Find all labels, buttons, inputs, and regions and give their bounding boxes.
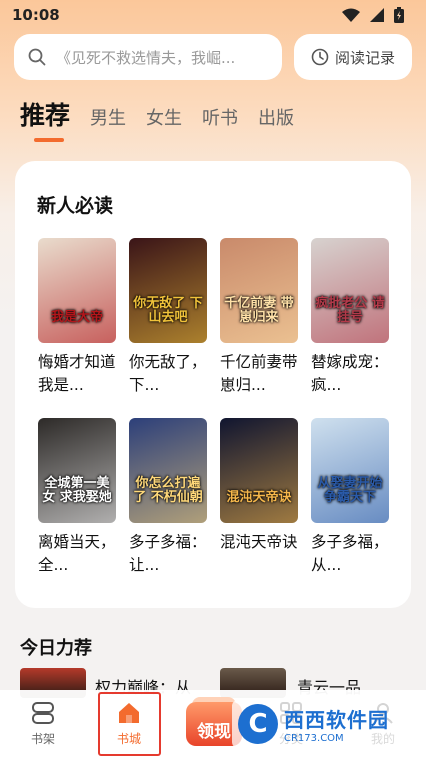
status-time: 10:08: [12, 6, 60, 24]
watermark-sub: CR173.COM: [284, 733, 344, 744]
wifi-icon: [342, 8, 360, 22]
bookshelf-icon: [32, 702, 54, 724]
cover-title-art: 我是大帝: [50, 310, 103, 325]
cover-title-art: 疯批老公 请挂号: [315, 296, 385, 325]
book-item[interactable]: 你怎么打遍了 不朽仙朝多子多福：让...: [129, 418, 207, 577]
book-item[interactable]: 你无敌了 下山去吧你无敌了，下...: [129, 238, 207, 397]
cover-title-art: 从娶妻开始 争霸天下: [317, 476, 383, 505]
search-icon: [28, 48, 46, 66]
status-bar: 10:08: [0, 0, 426, 30]
book-title[interactable]: 离婚当天，全...: [38, 531, 116, 577]
cash-reward-label: 领现: [197, 722, 231, 742]
book-item[interactable]: 混沌天帝诀 混沌天帝诀: [220, 418, 298, 577]
watermark-text: 西西软件园 CR173.COM: [284, 704, 389, 744]
clock-icon: [311, 48, 329, 66]
cover-title-art: 千亿前妻 带崽归来: [224, 296, 294, 325]
book-title[interactable]: 多子多福，从...: [311, 531, 389, 577]
watermark-logo: C 西西软件园 CR173.COM: [232, 700, 406, 748]
book-cover[interactable]: 你无敌了 下山去吧: [129, 238, 207, 343]
book-item[interactable]: 全城第一美女 求我娶她离婚当天，全...: [38, 418, 116, 577]
book-item[interactable]: 疯批老公 请挂号替嫁成宠：疯...: [311, 238, 389, 397]
new-readers-card: 新人必读 我是大帝 悔婚才知道我是... 你无敌了 下山去吧 你无敌了，下... 千亿前…: [15, 161, 411, 608]
cover-title-art: 全城第一美女 求我娶她: [42, 476, 112, 505]
watermark-c-icon: C: [238, 704, 278, 744]
tab-published[interactable]: 出版: [258, 104, 294, 134]
book-cover[interactable]: 千亿前妻 带崽归来: [220, 238, 298, 343]
tab-male[interactable]: 男生: [90, 104, 126, 134]
cover-title-art: 混沌天帝诀: [226, 490, 292, 505]
search-row: 《见死不救选情夫，我崛... 阅读记录: [14, 34, 412, 80]
signal-icon: [370, 8, 384, 22]
book-title[interactable]: 多子多福：让...: [129, 531, 207, 577]
book-cover[interactable]: 全城第一美女 求我娶她: [38, 418, 116, 523]
reading-history-button[interactable]: 阅读记录: [294, 34, 412, 80]
search-placeholder: 《见死不救选情夫，我崛...: [56, 48, 236, 67]
reading-history-label: 阅读记录: [334, 48, 395, 67]
book-cover[interactable]: 你怎么打遍了 不朽仙朝: [129, 418, 207, 523]
cover-title-art: 你怎么打遍了 不朽仙朝: [133, 476, 203, 505]
book-title[interactable]: 千亿前妻带崽归...: [220, 351, 298, 397]
section-title: 新人必读: [37, 195, 114, 217]
book-item[interactable]: 千亿前妻 带崽归来千亿前妻带崽归...: [220, 238, 298, 397]
book-title[interactable]: 替嫁成宠：疯...: [311, 351, 389, 397]
status-icons: [342, 7, 404, 23]
book-cover[interactable]: 我是大帝: [38, 238, 116, 343]
book-item[interactable]: 从娶妻开始 争霸天下多子多福，从...: [311, 418, 389, 577]
today-recommend-title: 今日力荐: [20, 638, 92, 659]
watermark-main: 西西软件园: [284, 708, 389, 732]
tab-female[interactable]: 女生: [146, 104, 182, 134]
nav-label: 书架: [30, 732, 55, 746]
category-tabs: 推荐 男生 女生 听书 出版: [20, 98, 294, 142]
book-title[interactable]: 你无敌了，下...: [129, 351, 207, 397]
book-item[interactable]: 我是大帝悔婚才知道我是...: [38, 238, 116, 397]
book-title[interactable]: 混沌天帝诀: [220, 531, 298, 577]
nav-bookshelf[interactable]: 书架: [8, 690, 78, 757]
tab-recommend[interactable]: 推荐: [20, 98, 70, 142]
tab-audiobook[interactable]: 听书: [202, 104, 238, 134]
cover-title-art: 你无敌了 下山去吧: [133, 296, 203, 325]
book-cover[interactable]: 混沌天帝诀: [220, 418, 298, 523]
book-cover[interactable]: 疯批老公 请挂号: [311, 238, 389, 343]
search-input[interactable]: 《见死不救选情夫，我崛...: [14, 34, 282, 80]
book-title[interactable]: 悔婚才知道我是...: [38, 351, 116, 397]
active-tab-highlight: [98, 692, 161, 756]
battery-icon: [394, 7, 404, 23]
book-cover[interactable]: 从娶妻开始 争霸天下: [311, 418, 389, 523]
